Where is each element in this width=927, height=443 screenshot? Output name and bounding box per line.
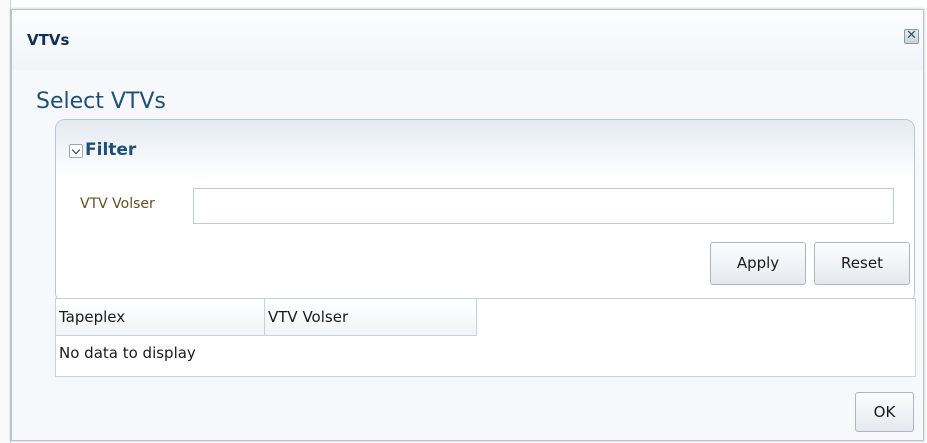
background-page-edge xyxy=(0,0,11,443)
page-title: Select VTVs xyxy=(36,89,166,114)
ok-button[interactable]: OK xyxy=(855,392,914,432)
vtvs-dialog: VTVs ✕ Select VTVs Filter VTV Volser App… xyxy=(11,9,924,441)
empty-table-message: No data to display xyxy=(59,344,196,362)
close-icon[interactable]: ✕ xyxy=(904,29,919,44)
filter-panel: Filter VTV Volser Apply Reset xyxy=(55,119,915,303)
filter-header[interactable]: Filter xyxy=(56,120,914,176)
dialog-title: VTVs xyxy=(27,31,70,49)
column-header-tapeplex[interactable]: Tapeplex xyxy=(56,299,265,336)
column-header-vtv-volser[interactable]: VTV Volser xyxy=(265,299,477,336)
results-table: Tapeplex VTV Volser No data to display xyxy=(55,298,916,377)
vtv-volser-label: VTV Volser xyxy=(80,196,155,212)
chevron-down-icon[interactable] xyxy=(69,144,83,158)
filter-label[interactable]: Filter xyxy=(85,140,136,160)
vtv-volser-input[interactable] xyxy=(193,188,894,224)
dialog-titlebar: VTVs ✕ xyxy=(12,10,923,70)
apply-button[interactable]: Apply xyxy=(710,242,806,285)
reset-button[interactable]: Reset xyxy=(814,242,910,285)
